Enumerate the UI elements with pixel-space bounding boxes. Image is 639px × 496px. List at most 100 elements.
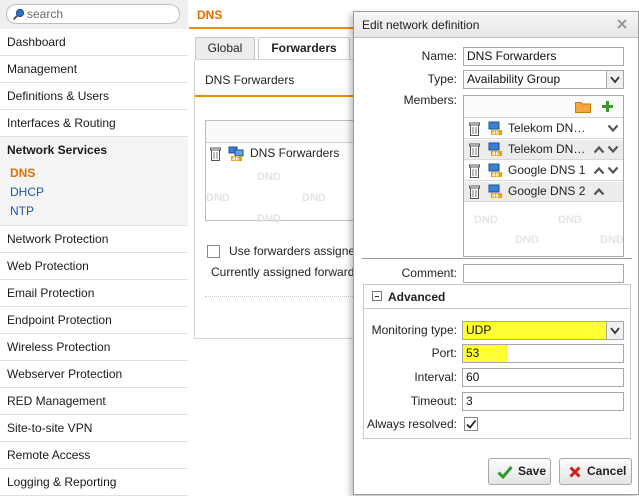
chevron-up-icon[interactable] [593,145,605,154]
dialog-titlebar[interactable]: Edit network definition [354,12,638,38]
checkmark-icon [466,419,477,429]
member-row[interactable]: 46 Telekom DNS 2 [464,140,623,160]
sidebar-item-webserver-protection[interactable]: Webserver Protection [0,361,188,388]
dnd-watermark: DND [474,214,498,226]
monitoring-type-select[interactable]: UDP [462,321,624,340]
chevron-down-icon[interactable] [607,166,619,175]
member-row[interactable]: 46 Google DNS 1 [464,161,623,181]
sidebar-item-wireless-protection[interactable]: Wireless Protection [0,334,188,361]
separator [362,258,632,259]
search-icon [13,8,25,20]
type-select[interactable]: Availability Group [463,70,624,89]
use-forwarders-checkbox[interactable] [207,245,220,259]
always-resolved-label: Always resolved: [366,417,457,431]
type-label: Type: [427,72,457,86]
trash-icon[interactable] [469,122,480,136]
edit-network-dialog: Edit network definition Name: DNS Forwar… [353,11,639,495]
chevron-down-icon[interactable] [607,124,619,133]
interval-label: Interval: [414,370,457,384]
dialog-title: Edit network definition [362,18,480,32]
sidebar-item-remote-access[interactable]: Remote Access [0,442,188,469]
trash-icon[interactable] [210,147,221,161]
cancel-button[interactable]: Cancel [559,458,632,485]
monitoring-type-label: Monitoring type: [371,323,457,337]
trash-icon[interactable] [469,143,480,157]
port-input[interactable]: 53 [462,344,624,363]
svg-text:46: 46 [492,173,499,178]
sidebar-item-site-to-site-vpn[interactable]: Site-to-site VPN [0,415,188,442]
page-title: DNS [197,8,223,22]
member-row[interactable]: 46 Telekom DNS 1 [464,119,623,139]
sidebar-item-interfaces-routing[interactable]: Interfaces & Routing [0,110,188,137]
members-list[interactable]: 46 Telekom DNS 1 46 Telekom DNS 2 46 Goo… [463,95,624,257]
trash-icon[interactable] [469,164,480,178]
chevron-down-icon [606,71,623,88]
tab-forwarders[interactable]: Forwarders [258,37,350,60]
sidebar-item-dashboard[interactable]: Dashboard [0,29,188,56]
search-input[interactable] [27,6,175,22]
timeout-input[interactable]: 3 [462,392,624,411]
tab-global[interactable]: Global [195,37,255,59]
sidebar-item-network-services[interactable]: Network Services [0,137,188,164]
save-button-label: Save [518,464,547,478]
dnd-watermark: DND [515,234,539,246]
comment-label: Comment: [401,266,457,280]
dnd-watermark: DND [257,171,281,183]
save-button[interactable]: Save [488,458,551,485]
use-forwarders-row: Use forwarders assigne [207,244,355,260]
folder-icon[interactable] [575,101,591,113]
sidebar-item-logging-reporting[interactable]: Logging & Reporting [0,469,188,496]
sidebar-item-email-protection[interactable]: Email Protection [0,280,188,307]
collapse-icon[interactable] [372,291,382,301]
timeout-label: Timeout: [410,394,457,408]
svg-text:46: 46 [492,131,499,136]
network-host-icon: 46 [488,121,502,136]
network-group-icon: 46 [228,146,244,161]
name-label: Name: [421,49,457,63]
sidebar-item-endpoint-protection[interactable]: Endpoint Protection [0,307,188,334]
cancel-button-label: Cancel [587,464,627,478]
add-icon[interactable] [601,100,614,113]
chevron-down-icon [606,322,623,339]
svg-text:46: 46 [492,152,499,157]
sidebar-item-definitions-users[interactable]: Definitions & Users [0,83,188,110]
chevron-down-icon[interactable] [607,145,619,154]
sidebar-item-web-protection[interactable]: Web Protection [0,253,188,280]
chevron-up-icon[interactable] [593,166,605,175]
network-host-icon: 46 [488,142,502,157]
advanced-header[interactable]: Advanced [364,285,630,309]
sidebar-subitem-dns[interactable]: DNS [0,164,188,183]
sidebar-item-red-management[interactable]: RED Management [0,388,188,415]
network-host-icon: 46 [488,163,502,178]
name-input[interactable]: DNS Forwarders [463,47,624,66]
sidebar-nav: Dashboard Management Definitions & Users… [0,0,188,496]
comment-input[interactable] [463,264,624,283]
dnd-watermark: DND [558,214,582,226]
port-label: Port: [431,346,457,360]
dnd-watermark: DND [257,213,281,225]
dnd-watermark: DND [302,192,326,204]
dnd-watermark: DND [600,234,624,246]
dnd-watermark: DND [206,192,230,204]
sidebar-item-network-protection[interactable]: Network Protection [0,226,188,253]
member-name: Google DNS 2 [508,184,586,198]
sidebar-subitem-dhcp[interactable]: DHCP [0,183,188,202]
sidebar-group-network-services: Network Services DNS DHCP NTP [0,137,188,226]
type-select-value: Availability Group [467,72,561,86]
close-icon [569,466,581,478]
members-toolbar [464,96,623,118]
trash-icon[interactable] [469,185,480,199]
sidebar-subitem-ntp[interactable]: NTP [0,202,188,221]
panel-title: DNS Forwarders [205,73,295,87]
monitoring-type-value: UDP [466,323,492,337]
always-resolved-checkbox[interactable] [464,417,478,431]
sidebar-item-management[interactable]: Management [0,56,188,83]
svg-text:46: 46 [492,194,499,199]
close-icon[interactable] [615,17,629,31]
search-box[interactable] [6,4,180,24]
member-row[interactable]: 46 Google DNS 2 [464,182,623,202]
svg-text:46: 46 [232,157,239,162]
member-name: Google DNS 1 [508,163,586,177]
interval-input[interactable]: 60 [462,368,624,387]
chevron-up-icon[interactable] [593,187,605,196]
